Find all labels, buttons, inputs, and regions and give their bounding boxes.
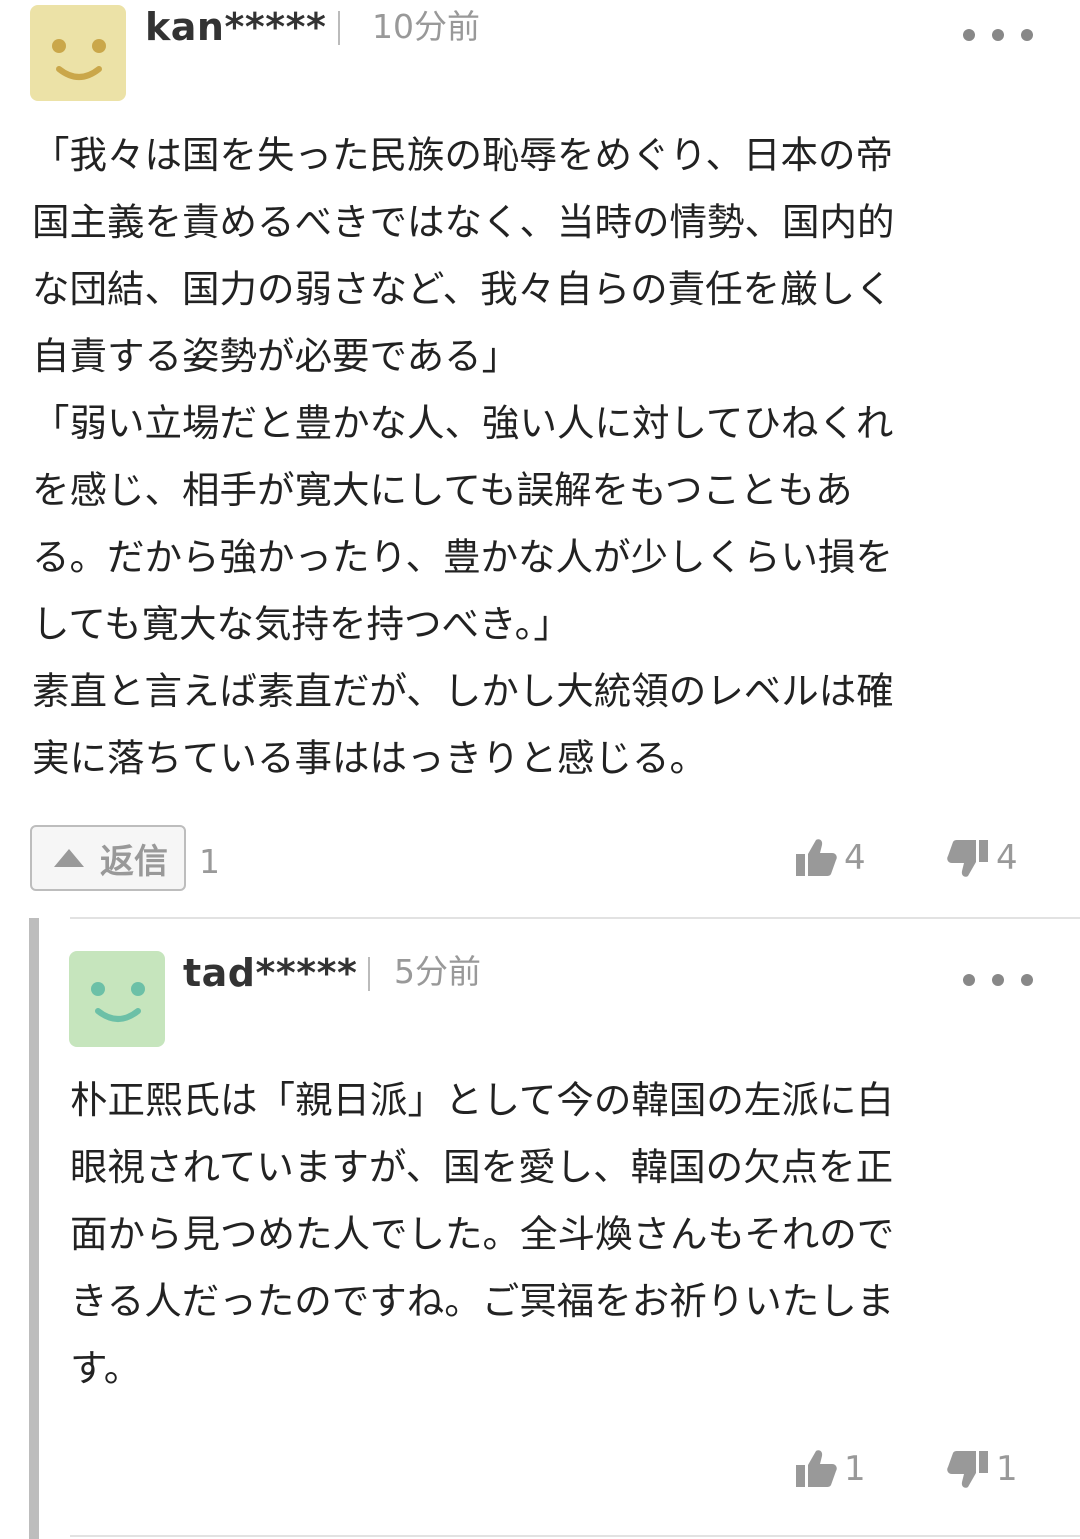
timestamp: 10分前 <box>372 7 480 46</box>
smiley-avatar-icon <box>30 5 126 101</box>
comment-text: 「我々は国を失った民族の恥辱をめぐり、日本の帝 国主義を責めるべきではなく、当時… <box>32 133 895 780</box>
reply-comment-text: 朴正熙氏は「親日派」として今の韓国の左派に白 眼視されていますが、国を愛し、韓国… <box>70 1078 895 1390</box>
avatar[interactable] <box>30 5 126 101</box>
thumbs-down-icon <box>947 1451 988 1488</box>
meta-separator <box>368 957 370 991</box>
dislike-button[interactable]: 4 <box>946 836 1018 880</box>
more-options-icon[interactable] <box>963 965 1033 995</box>
thumbs-down-icon <box>947 840 988 877</box>
comment-item: kan***** 10分前 「我々は国を失った民族の恥辱をめぐり、日本の帝 国主… <box>0 0 1080 905</box>
smiley-avatar-icon <box>69 951 165 1047</box>
reply-button[interactable]: 返信 <box>30 825 186 891</box>
divider <box>70 917 1080 919</box>
divider <box>70 1535 1080 1537</box>
avatar[interactable] <box>69 951 165 1047</box>
reply-thread-bar <box>29 918 39 1539</box>
thumbs-up-icon <box>796 839 837 876</box>
dislike-button[interactable]: 1 <box>946 1447 1018 1491</box>
dislike-count: 1 <box>996 1449 1018 1489</box>
dislike-count: 4 <box>996 838 1018 878</box>
meta-separator <box>338 11 340 45</box>
reply-count: 1 <box>199 842 220 881</box>
like-count: 4 <box>844 838 866 878</box>
like-button[interactable]: 4 <box>794 836 866 880</box>
triangle-up-icon <box>54 849 84 867</box>
thumbs-up-icon <box>796 1450 837 1487</box>
timestamp: 5分前 <box>394 952 481 991</box>
user-name[interactable]: tad***** <box>183 954 357 992</box>
more-options-icon[interactable] <box>963 20 1033 50</box>
like-button[interactable]: 1 <box>794 1447 866 1491</box>
like-count: 1 <box>844 1449 866 1489</box>
user-name[interactable]: kan***** <box>145 8 326 46</box>
reply-label: 返信 <box>100 841 168 882</box>
